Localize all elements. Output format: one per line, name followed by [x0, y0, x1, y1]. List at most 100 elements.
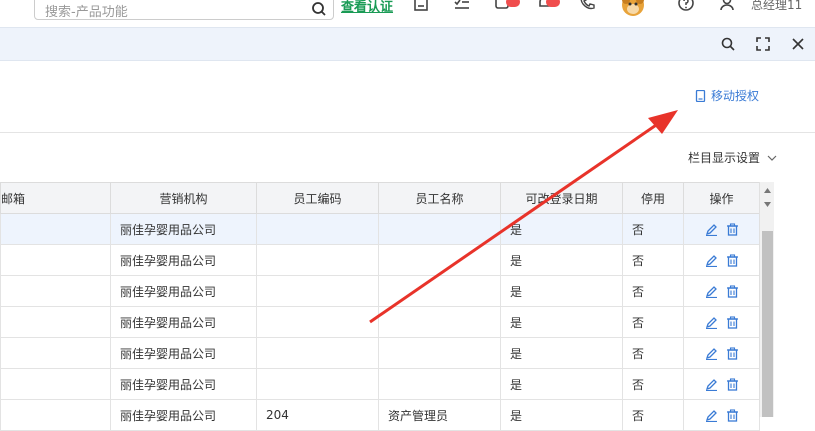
cell-name [378, 337, 501, 369]
column-header-disabled[interactable]: 停用 [622, 182, 684, 214]
cell-actions [683, 337, 760, 369]
cell-disabled: 否 [622, 337, 684, 369]
edit-icon[interactable] [705, 409, 718, 423]
table-row[interactable]: 丽佳孕婴用品公司 是否 [0, 275, 760, 307]
mobile-auth-button[interactable]: 移动授权 [695, 87, 759, 104]
search-input[interactable]: 搜索-产品功能 [34, 0, 334, 20]
cell-disabled: 否 [622, 368, 684, 400]
cell-email [0, 275, 111, 307]
mobile-icon [695, 89, 706, 103]
edit-icon[interactable] [705, 223, 718, 237]
cell-can-change: 是 [500, 244, 623, 276]
checklist-icon[interactable] [453, 0, 471, 12]
column-header-name[interactable]: 员工名称 [378, 182, 501, 214]
cell-name [378, 275, 501, 307]
cell-can-change: 是 [500, 213, 623, 245]
cell-disabled: 否 [622, 275, 684, 307]
cell-name [378, 306, 501, 338]
username[interactable]: 总经理11 [751, 0, 802, 13]
cell-code: 204 [256, 399, 379, 431]
user-icon[interactable] [718, 0, 736, 12]
cell-name: 资产管理员 [378, 399, 501, 431]
table-row[interactable]: 丽佳孕婴用品公司 204 资产管理员是否 [0, 399, 760, 431]
cell-code [256, 244, 379, 276]
scrollbar-thumb[interactable] [762, 231, 773, 417]
search-placeholder: 搜索-产品功能 [45, 5, 128, 20]
column-settings-label: 栏目显示设置 [688, 151, 761, 165]
edit-icon[interactable] [705, 316, 718, 330]
cell-code [256, 275, 379, 307]
table-row[interactable]: 丽佳孕婴用品公司 是否 [0, 244, 760, 276]
delete-icon[interactable] [726, 254, 739, 267]
avatar[interactable] [620, 0, 646, 18]
column-header-can-change-date[interactable]: 可改登录日期 [500, 182, 623, 214]
fullscreen-icon[interactable] [755, 36, 771, 52]
cell-org: 丽佳孕婴用品公司 [110, 306, 257, 338]
cell-can-change: 是 [500, 275, 623, 307]
column-header-org[interactable]: 营销机构 [110, 182, 257, 214]
cell-actions [683, 399, 760, 431]
vertical-scrollbar[interactable] [759, 182, 774, 417]
search-icon[interactable] [311, 1, 327, 17]
delete-icon[interactable] [726, 409, 739, 422]
message-badge [506, 0, 520, 7]
cell-actions [683, 306, 760, 338]
cell-name [378, 213, 501, 245]
cell-can-change: 是 [500, 368, 623, 400]
page-toolbar: 移动授权 [0, 61, 815, 133]
delete-icon[interactable] [726, 285, 739, 298]
cell-name [378, 244, 501, 276]
cell-actions [683, 368, 760, 400]
close-icon[interactable] [790, 36, 806, 52]
cell-actions [683, 213, 760, 245]
table-row[interactable]: 丽佳孕婴用品公司 是否 [0, 337, 760, 369]
cell-actions [683, 244, 760, 276]
table-header-row: 邮箱 营销机构 员工编码 员工名称 可改登录日期 停用 操作 [0, 182, 760, 214]
cell-org: 丽佳孕婴用品公司 [110, 399, 257, 431]
cell-org: 丽佳孕婴用品公司 [110, 337, 257, 369]
tab-bar [0, 27, 815, 61]
table-row[interactable]: 丽佳孕婴用品公司 是否 [0, 368, 760, 400]
delete-icon[interactable] [726, 347, 739, 360]
top-header: 搜索-产品功能 查看认证 总经理11 [0, 0, 815, 27]
edit-icon[interactable] [705, 254, 718, 268]
cell-org: 丽佳孕婴用品公司 [110, 213, 257, 245]
scroll-down-icon[interactable] [764, 202, 771, 207]
cell-email [0, 399, 111, 431]
help-icon[interactable] [677, 0, 695, 12]
cell-disabled: 否 [622, 244, 684, 276]
cell-email [0, 337, 111, 369]
delete-icon[interactable] [726, 378, 739, 391]
edit-icon[interactable] [705, 285, 718, 299]
phone-icon[interactable] [578, 0, 596, 12]
column-header-code[interactable]: 员工编码 [256, 182, 379, 214]
column-settings-button[interactable]: 栏目显示设置 [688, 149, 777, 166]
edit-icon[interactable] [705, 347, 718, 361]
cell-org: 丽佳孕婴用品公司 [110, 275, 257, 307]
delete-icon[interactable] [726, 316, 739, 329]
chevron-down-icon [767, 155, 777, 161]
scroll-up-icon[interactable] [764, 188, 771, 193]
employee-table: 邮箱 营销机构 员工编码 员工名称 可改登录日期 停用 操作 丽佳孕婴用品公司是… [0, 182, 760, 431]
cell-email [0, 368, 111, 400]
notification-badge [546, 0, 560, 7]
table-row[interactable]: 丽佳孕婴用品公司 是否 [0, 213, 760, 245]
cell-disabled: 否 [622, 213, 684, 245]
cell-code [256, 306, 379, 338]
verify-link[interactable]: 查看认证 [341, 0, 393, 15]
cell-org: 丽佳孕婴用品公司 [110, 368, 257, 400]
column-header-email[interactable]: 邮箱 [0, 182, 111, 214]
cell-actions [683, 275, 760, 307]
delete-icon[interactable] [726, 223, 739, 236]
cell-can-change: 是 [500, 306, 623, 338]
mobile-auth-label: 移动授权 [711, 89, 760, 103]
save-icon[interactable] [412, 0, 430, 12]
table-row[interactable]: 丽佳孕婴用品公司 是否 [0, 306, 760, 338]
cell-org: 丽佳孕婴用品公司 [110, 244, 257, 276]
cell-email [0, 306, 111, 338]
cell-code [256, 337, 379, 369]
cell-can-change: 是 [500, 399, 623, 431]
edit-icon[interactable] [705, 378, 718, 392]
cell-name [378, 368, 501, 400]
search-icon[interactable] [720, 36, 736, 52]
